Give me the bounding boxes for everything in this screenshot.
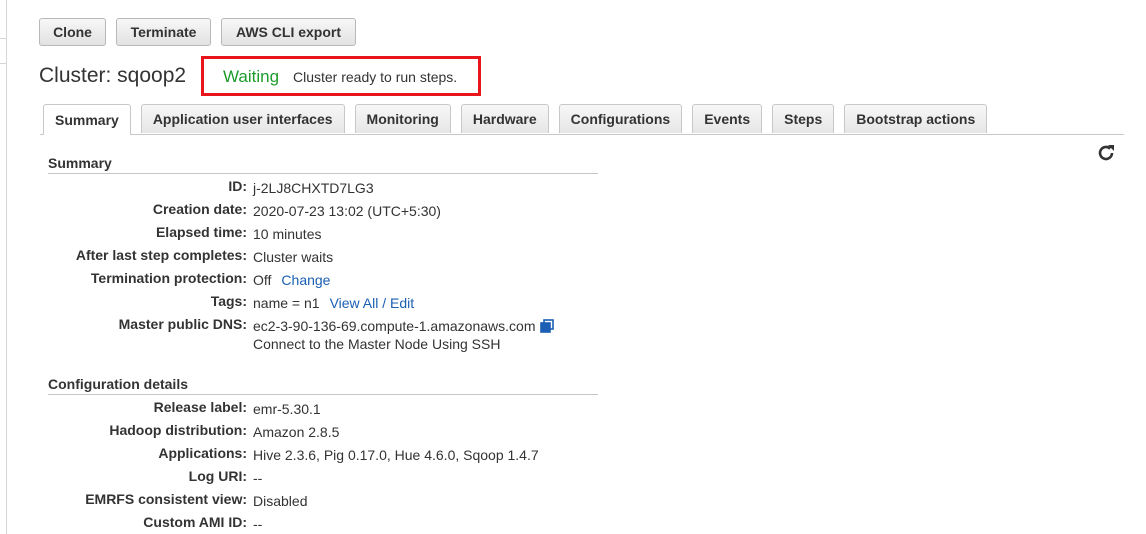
master-dns-value-group: ec2-3-90-136-69.compute-1.amazonaws.com [253, 316, 555, 336]
applications-value: Hive 2.3.6, Pig 0.17.0, Hue 4.6.0, Sqoop… [253, 447, 539, 463]
summary-heading: Summary [48, 155, 598, 174]
custom-ami-value: -- [253, 516, 263, 532]
master-dns-label: Master public DNS: [118, 316, 247, 332]
terminate-button[interactable]: Terminate [116, 18, 211, 46]
hadoop-distribution-row: Hadoop distribution: Amazon 2.8.5 [40, 422, 339, 442]
log-uri-row: Log URI: -- [40, 468, 263, 488]
release-label-label: Release label: [153, 399, 247, 415]
refresh-icon[interactable] [1096, 143, 1116, 163]
creation-date-value: 2020-07-23 13:02 (UTC+5:30) [253, 203, 441, 219]
after-last-step-label: After last step completes: [75, 247, 247, 263]
master-dns-value: ec2-3-90-136-69.compute-1.amazonaws.com [253, 318, 536, 334]
configuration-details-heading: Configuration details [48, 376, 598, 395]
change-termination-link[interactable]: Change [281, 272, 330, 288]
release-label-value: emr-5.30.1 [253, 401, 321, 417]
view-all-edit-tags-link[interactable]: View All / Edit [330, 295, 415, 311]
custom-ami-row: Custom AMI ID: -- [40, 514, 262, 534]
id-label: ID: [228, 178, 247, 194]
clone-button[interactable]: Clone [39, 18, 106, 46]
toolbar: Clone Terminate AWS CLI export [39, 18, 356, 46]
release-label-row: Release label: emr-5.30.1 [40, 399, 321, 419]
creation-date-row: Creation date: 2020-07-23 13:02 (UTC+5:3… [40, 201, 441, 221]
after-last-step-value: Cluster waits [253, 249, 334, 265]
tab-configurations[interactable]: Configurations [558, 104, 683, 133]
status-detail: Cluster ready to run steps. [293, 69, 458, 85]
master-dns-row: Master public DNS: ec2-3-90-136-69.compu… [40, 316, 555, 336]
tab-hardware[interactable]: Hardware [460, 104, 549, 133]
id-value: j-2LJ8CHXTD7LG3 [253, 180, 374, 196]
cluster-title: Cluster: sqoop2 [39, 64, 187, 87]
connect-ssh-link[interactable]: Connect to the Master Node Using SSH [253, 334, 500, 354]
elapsed-time-row: Elapsed time: 10 minutes [40, 224, 322, 244]
id-row: ID: j-2LJ8CHXTD7LG3 [40, 178, 374, 198]
applications-row: Applications: Hive 2.3.6, Pig 0.17.0, Hu… [40, 445, 539, 465]
custom-ami-label: Custom AMI ID: [143, 514, 247, 530]
emrfs-row: EMRFS consistent view: Disabled [40, 491, 307, 511]
tab-summary[interactable]: Summary [43, 104, 131, 135]
tags-value: name = n1 [253, 295, 320, 311]
hadoop-distribution-label: Hadoop distribution: [109, 422, 247, 438]
tab-events[interactable]: Events [692, 104, 763, 133]
termination-protection-row: Termination protection: Off Change [40, 270, 331, 290]
after-last-step-row: After last step completes: Cluster waits [40, 247, 333, 267]
aws-cli-export-button[interactable]: AWS CLI export [221, 18, 356, 46]
tab-application-user-interfaces[interactable]: Application user interfaces [140, 104, 345, 133]
ssh-link-row: Connect to the Master Node Using SSH [40, 334, 500, 354]
emrfs-label: EMRFS consistent view: [85, 491, 247, 507]
copy-icon[interactable] [540, 319, 555, 333]
applications-label: Applications: [158, 445, 247, 461]
termination-protection-label: Termination protection: [90, 270, 247, 286]
termination-protection-value: Off [253, 272, 272, 288]
elapsed-time-value: 10 minutes [253, 226, 322, 242]
tab-steps[interactable]: Steps [772, 104, 835, 133]
tab-monitoring[interactable]: Monitoring [354, 104, 451, 133]
tab-list: Summary Application user interfaces Moni… [43, 104, 988, 135]
tags-value-group: name = n1 View All / Edit [253, 293, 414, 313]
left-panel-edge [0, 0, 7, 534]
log-uri-value: -- [253, 470, 263, 486]
elapsed-time-label: Elapsed time: [155, 224, 247, 240]
left-panel-notch [0, 38, 6, 64]
creation-date-label: Creation date: [152, 201, 247, 217]
termination-protection-value-group: Off Change [253, 270, 330, 290]
tags-label: Tags: [210, 293, 247, 309]
log-uri-label: Log URI: [188, 468, 247, 484]
status-badge: Waiting [223, 67, 280, 86]
tags-row: Tags: name = n1 View All / Edit [40, 293, 414, 313]
tab-bootstrap-actions[interactable]: Bootstrap actions [844, 104, 988, 133]
emrfs-value: Disabled [253, 493, 308, 509]
hadoop-distribution-value: Amazon 2.8.5 [253, 424, 340, 440]
